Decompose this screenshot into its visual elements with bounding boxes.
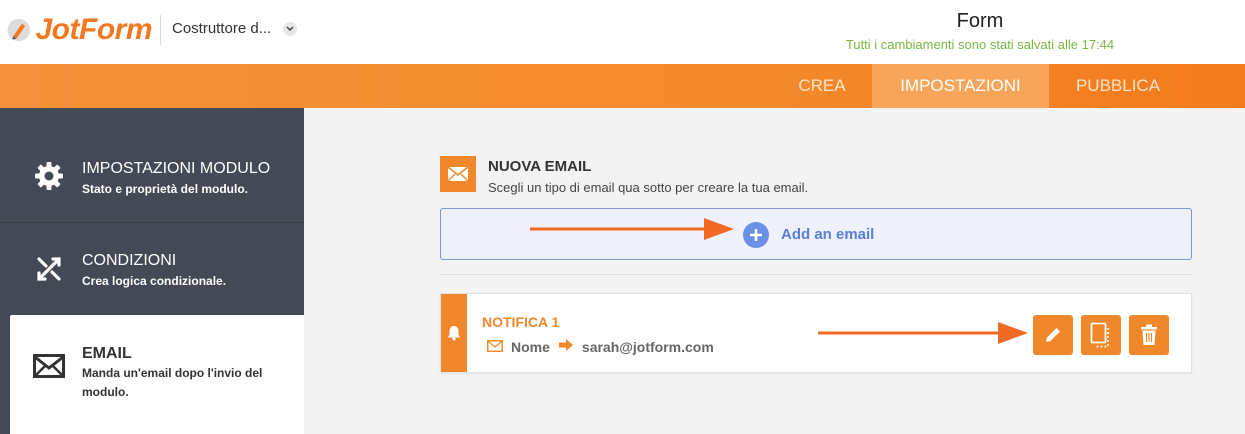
- notification-title: NOTIFICA 1: [482, 314, 560, 330]
- chevron-down-icon[interactable]: [283, 21, 298, 36]
- clone-button[interactable]: [1081, 315, 1121, 355]
- envelope-icon: [32, 349, 66, 383]
- notification-from: Nome: [511, 338, 550, 355]
- sidebar-item-condizioni[interactable]: CONDIZIONI Crea logica condizionale.: [0, 223, 304, 315]
- form-title: Form: [956, 10, 1004, 32]
- bell-icon: [441, 294, 467, 372]
- add-email-label: Add an email: [781, 226, 875, 243]
- email-settings-panel: NUOVA EMAIL Scegli un tipo di email qua …: [304, 108, 1245, 434]
- arrow-right-icon: [558, 338, 574, 355]
- envelope-outline-icon: [487, 339, 503, 355]
- sidebar-item-title: IMPOSTAZIONI MODULO: [82, 160, 271, 177]
- sidebar-item-email[interactable]: EMAIL Manda un'email dopo l'invio del mo…: [10, 315, 304, 434]
- delete-button[interactable]: [1129, 315, 1169, 355]
- sidebar-item-subtitle: Stato e proprietà del modulo.: [82, 182, 249, 196]
- edit-button[interactable]: [1033, 315, 1073, 355]
- save-status: Tutti i cambiamenti sono stati salvati a…: [845, 37, 1115, 52]
- top-header: JotForm Costruttore d... Form Tutti i ca…: [0, 0, 1245, 64]
- gear-icon: [32, 159, 66, 193]
- annotation-arrow: [818, 322, 1028, 344]
- sidebar-item-title: EMAIL: [82, 345, 132, 362]
- settings-sidebar: IMPOSTAZIONI MODULO Stato e proprietà de…: [0, 108, 304, 434]
- tab-impostazioni[interactable]: IMPOSTAZIONI: [872, 64, 1049, 108]
- builder-label: Costruttore d...: [172, 20, 272, 37]
- sidebar-item-title: CONDIZIONI: [82, 252, 177, 269]
- jotform-logo[interactable]: JotForm: [6, 10, 152, 50]
- conditions-icon: [32, 252, 66, 286]
- main-nav: CREA IMPOSTAZIONI PUBBLICA: [0, 64, 1245, 108]
- builder-dropdown[interactable]: Costruttore d...: [172, 20, 298, 37]
- trash-icon: [1141, 324, 1157, 345]
- sidebar-item-subtitle-line-2: modulo.: [82, 385, 129, 399]
- sidebar-item-subtitle-line-1: Manda un'email dopo l'invio del: [82, 366, 263, 380]
- notification-route: Nome sarah@jotform.com: [487, 338, 720, 355]
- new-email-subtitle: Scegli un tipo di email qua sotto per cr…: [488, 180, 809, 195]
- tab-crea[interactable]: CREA: [772, 64, 872, 108]
- sidebar-item-subtitle: Crea logica condizionale.: [82, 274, 227, 288]
- divider: [440, 274, 1192, 275]
- annotation-arrow: [530, 218, 734, 240]
- new-email-title: NUOVA EMAIL: [488, 158, 592, 175]
- envelope-icon: [440, 156, 476, 192]
- clone-icon: [1090, 322, 1109, 348]
- pencil-logo-icon: [7, 18, 30, 42]
- sidebar-item-impostazioni-modulo[interactable]: IMPOSTAZIONI MODULO Stato e proprietà de…: [0, 108, 304, 222]
- tab-pubblica[interactable]: PUBBLICA: [1049, 64, 1187, 108]
- plus-icon: [743, 222, 769, 248]
- header-divider: [160, 15, 161, 45]
- logo-text: JotForm: [35, 13, 153, 46]
- notification-to: sarah@jotform.com: [581, 338, 714, 355]
- pencil-icon: [1046, 328, 1060, 342]
